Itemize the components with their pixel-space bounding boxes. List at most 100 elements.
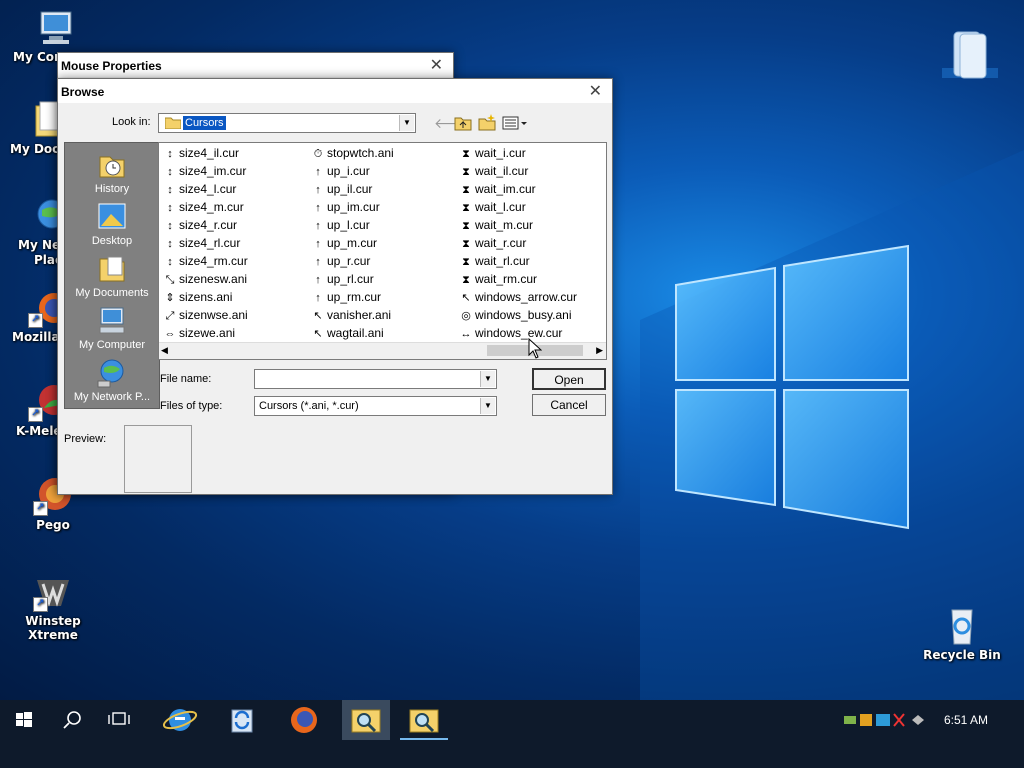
desktop-icon-recycle-bin[interactable]: Recycle Bin [914, 606, 1010, 662]
documents-stack-icon[interactable] [940, 28, 1000, 82]
scroll-right-icon[interactable]: ▶ [596, 345, 603, 356]
file-item[interactable]: ↔ windows_ew.cur [459, 324, 563, 342]
file-item[interactable]: ⧗ wait_rm.cur [459, 270, 537, 288]
cursor-file-icon: ↔ [460, 328, 472, 340]
network-icon [96, 357, 128, 389]
cursor-file-icon: ↑ [315, 256, 321, 268]
file-item[interactable]: ⤢ sizenwse.ani [163, 306, 248, 324]
firefox-icon[interactable] [280, 700, 328, 740]
cursor-file-icon: ↕ [167, 220, 173, 232]
ie-icon[interactable] [156, 700, 204, 740]
file-list[interactable]: ↕ size4_il.cur ↕ size4_im.cur ↕ size4_l.cur ↕ s… [158, 142, 607, 360]
cursor-file-icon: ⧗ [462, 256, 470, 268]
files-of-type-select[interactable]: Cursors (*.ani, *.cur) ▼ [254, 396, 497, 416]
cursor-file-icon: ↑ [315, 274, 321, 286]
file-name: up_rm.cur [327, 290, 382, 304]
chevron-down-icon[interactable]: ▼ [399, 115, 414, 131]
mouse-properties-titlebar[interactable]: Mouse Properties ✕ [58, 53, 453, 77]
cursor-file-icon: ↕ [167, 148, 173, 160]
file-item[interactable]: ⤡ sizenesw.ani [163, 270, 247, 288]
cursor-file-icon: ↖ [461, 292, 471, 304]
places-history[interactable]: History [65, 149, 159, 195]
task-view-icon[interactable] [96, 700, 144, 740]
cancel-button[interactable]: Cancel [532, 394, 606, 416]
chevron-down-icon[interactable]: ▼ [480, 398, 495, 414]
file-name: up_i.cur [327, 164, 370, 178]
file-item[interactable]: ↖ windows_arrow.cur [459, 288, 577, 306]
open-button[interactable]: Open [532, 368, 606, 390]
mouse-cursor-icon [528, 337, 543, 360]
file-item[interactable]: ⧗ wait_r.cur [459, 234, 526, 252]
file-name: windows_busy.ani [475, 308, 572, 322]
magnifier-folder-icon[interactable] [342, 700, 390, 740]
file-item[interactable]: ↑ up_r.cur [311, 252, 370, 270]
places-my-computer[interactable]: My Computer [65, 305, 159, 351]
places-my-network[interactable]: My Network P... [65, 357, 159, 403]
cursor-file-icon: ↑ [315, 238, 321, 250]
look-in-combobox[interactable]: Cursors ▼ [158, 113, 416, 133]
search-icon[interactable] [48, 700, 96, 740]
file-item[interactable]: ⏱ stopwtch.ani [311, 144, 394, 162]
file-item[interactable]: ⇔ sizewe.ani [163, 324, 236, 342]
magnifier-folder-icon[interactable] [400, 700, 448, 740]
file-name: sizewe.ani [179, 326, 236, 340]
file-item[interactable]: ↑ up_rm.cur [311, 288, 381, 306]
file-item[interactable]: ↑ up_i.cur [311, 162, 370, 180]
file-item[interactable]: ↕ size4_rl.cur [163, 234, 240, 252]
file-name-field[interactable]: ▼ [254, 369, 497, 389]
file-item[interactable]: ↑ up_m.cur [311, 234, 377, 252]
folder-icon [164, 116, 182, 130]
scroll-left-icon[interactable]: ◀ [161, 345, 168, 356]
cursor-file-icon: ↕ [167, 184, 173, 196]
view-menu-icon[interactable] [502, 115, 528, 131]
file-item[interactable]: ⇕ sizens.ani [163, 288, 232, 306]
file-item[interactable]: ↑ up_rl.cur [311, 270, 373, 288]
file-item[interactable]: ↕ size4_im.cur [163, 162, 246, 180]
sync-icon[interactable] [218, 700, 266, 740]
browse-titlebar[interactable]: Browse ✕ [58, 79, 612, 103]
file-item[interactable]: ↕ size4_il.cur [163, 144, 239, 162]
shortcut-arrow-icon: ↗ [33, 597, 48, 612]
cursor-file-icon: ↑ [315, 292, 321, 304]
file-item[interactable]: ↕ size4_r.cur [163, 216, 237, 234]
file-item[interactable]: ↕ size4_rm.cur [163, 252, 248, 270]
close-icon[interactable]: ✕ [430, 55, 443, 75]
places-desktop[interactable]: Desktop [65, 201, 159, 247]
close-icon[interactable]: ✕ [589, 81, 602, 101]
browse-dialog[interactable]: Browse ✕ Look in: Cursors ▼ 🡐 History De… [57, 78, 613, 495]
file-item[interactable]: ⧗ wait_l.cur [459, 198, 526, 216]
file-item[interactable]: ⧗ wait_rl.cur [459, 252, 530, 270]
places-my-documents[interactable]: My Documents [65, 253, 159, 299]
cursor-file-icon: ⧗ [462, 220, 470, 232]
recycle-bin-icon [942, 606, 982, 646]
file-name: up_r.cur [327, 254, 371, 268]
file-item[interactable]: ↑ up_im.cur [311, 198, 379, 216]
file-item[interactable]: ↑ up_l.cur [311, 216, 369, 234]
up-folder-icon[interactable] [454, 115, 472, 131]
file-item[interactable]: ↕ size4_l.cur [163, 180, 236, 198]
file-name: size4_m.cur [179, 200, 244, 214]
file-name: size4_rm.cur [179, 254, 248, 268]
file-item[interactable]: ⧗ wait_il.cur [459, 162, 528, 180]
file-item[interactable]: ⧗ wait_im.cur [459, 180, 536, 198]
chevron-down-icon[interactable]: ▼ [480, 371, 495, 387]
cursor-file-icon: ↕ [167, 256, 173, 268]
clock[interactable]: 6:51 AM [944, 713, 988, 727]
new-folder-icon[interactable] [478, 114, 496, 131]
cursor-file-icon: ⏱ [313, 148, 323, 160]
cursor-file-icon: ⧗ [462, 184, 470, 196]
taskbar: 6:51 AM [0, 700, 1024, 768]
cursor-file-icon: ⤡ [165, 274, 175, 286]
desktop-icon-winstep-xtreme[interactable]: ↗ Winstep Xtreme [5, 572, 101, 642]
start-icon[interactable] [0, 700, 48, 740]
file-item[interactable]: ↕ size4_m.cur [163, 198, 244, 216]
file-item[interactable]: ◎ windows_busy.ani [459, 306, 572, 324]
monitor-icon [33, 8, 73, 48]
file-item[interactable]: ↖ vanisher.ani [311, 306, 391, 324]
file-name: wait_i.cur [475, 146, 526, 160]
file-item[interactable]: ↖ wagtail.ani [311, 324, 383, 342]
file-name: wait_rm.cur [475, 272, 538, 286]
file-item[interactable]: ⧗ wait_m.cur [459, 216, 533, 234]
file-item[interactable]: ⧗ wait_i.cur [459, 144, 526, 162]
file-item[interactable]: ↑ up_il.cur [311, 180, 372, 198]
